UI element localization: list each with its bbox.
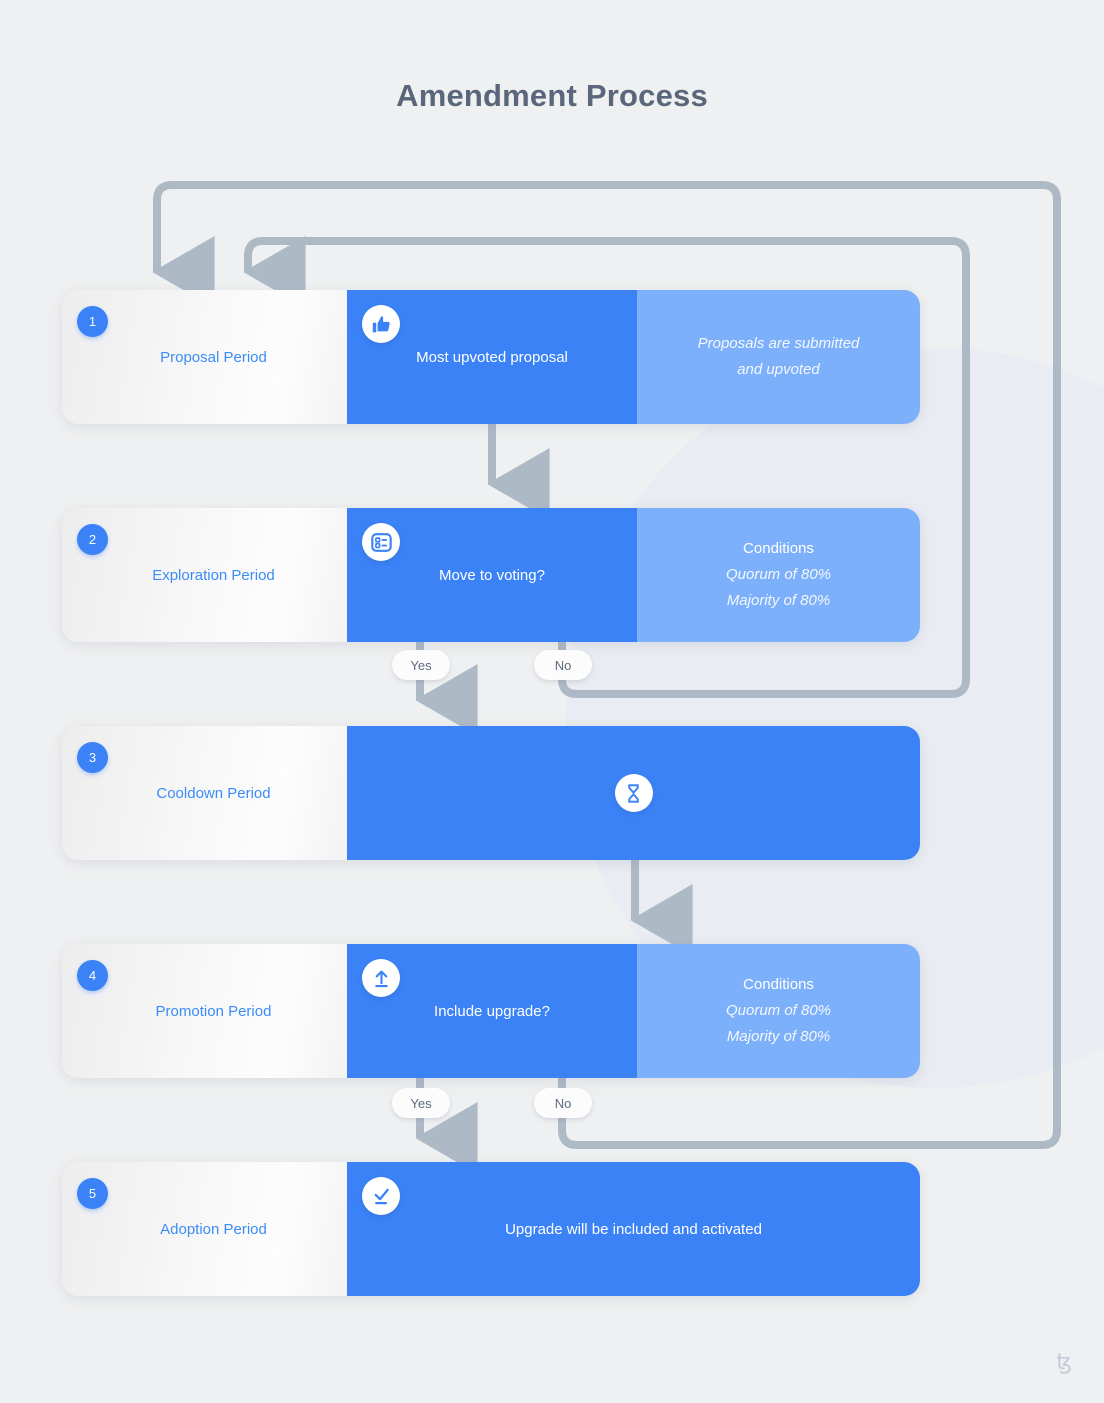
condition-majority-2: Majority of 80% xyxy=(726,592,831,610)
diagram-canvas: Amendment Process 1 Proposal Period Most… xyxy=(0,0,1104,1403)
step-main-cell-2: Move to voting? xyxy=(347,508,637,642)
step-main-cell-4: Include upgrade? xyxy=(347,944,637,1078)
step-label-cell-2: 2 Exploration Period xyxy=(62,508,347,642)
step-number-badge-1: 1 xyxy=(77,306,108,337)
hourglass-icon xyxy=(614,774,653,812)
step-main-text-4: Include upgrade? xyxy=(434,1002,550,1020)
thumbs-up-icon xyxy=(362,305,400,343)
conditions-title-4: Conditions xyxy=(743,975,814,993)
condition-quorum-2: Quorum of 80% xyxy=(725,565,832,583)
step-main-cell-1: Most upvoted proposal xyxy=(347,290,637,424)
step-label-cell-5: 5 Adoption Period xyxy=(62,1162,347,1296)
step-label-cell-1: 1 Proposal Period xyxy=(62,290,347,424)
step-label-5: Adoption Period xyxy=(160,1220,267,1238)
step-label-3: Cooldown Period xyxy=(156,784,271,802)
step-side-line-1b: and upvoted xyxy=(737,361,820,378)
decision-pill-yes-promotion[interactable]: Yes xyxy=(392,1088,450,1118)
upload-icon xyxy=(362,959,400,997)
step-label-cell-3: 3 Cooldown Period xyxy=(62,726,347,860)
step-row-proposal-period[interactable]: 1 Proposal Period Most upvoted proposal … xyxy=(62,290,920,424)
step-side-line-1a: Proposals are submitted xyxy=(697,334,860,352)
decision-pill-no-exploration[interactable]: No xyxy=(534,650,592,680)
ballot-icon xyxy=(362,523,400,561)
step-number-badge-3: 3 xyxy=(77,742,108,773)
step-label-cell-4: 4 Promotion Period xyxy=(62,944,347,1078)
check-circle-icon xyxy=(362,1177,400,1215)
decision-pill-no-promotion[interactable]: No xyxy=(534,1088,592,1118)
step-number-badge-4: 4 xyxy=(77,960,108,991)
step-side-cell-4: Conditions Quorum of 80% Majority of 80% xyxy=(637,944,920,1078)
step-main-text-2: Move to voting? xyxy=(439,566,545,584)
step-main-text-1: Most upvoted proposal xyxy=(416,348,568,366)
conditions-title-2: Conditions xyxy=(743,539,814,557)
step-number-badge-5: 5 xyxy=(77,1178,108,1209)
condition-majority-4: Majority of 80% xyxy=(726,1028,831,1046)
tezos-watermark: ꜩ xyxy=(1056,1349,1072,1374)
step-row-adoption-period[interactable]: 5 Adoption Period Upgrade will be includ… xyxy=(62,1162,920,1296)
step-main-cell-3 xyxy=(347,726,920,860)
step-row-promotion-period[interactable]: 4 Promotion Period Include upgrade? Cond… xyxy=(62,944,920,1078)
step-number-badge-2: 2 xyxy=(77,524,108,555)
step-row-exploration-period[interactable]: 2 Exploration Period Move to voting? Con… xyxy=(62,508,920,642)
step-row-cooldown-period[interactable]: 3 Cooldown Period xyxy=(62,726,920,860)
step-label-1: Proposal Period xyxy=(160,348,267,366)
step-side-cell-1: Proposals are submitted and upvoted xyxy=(637,290,920,424)
step-main-text-5: Upgrade will be included and activated xyxy=(505,1220,762,1238)
condition-quorum-4: Quorum of 80% xyxy=(725,1001,832,1019)
decision-pill-yes-exploration[interactable]: Yes xyxy=(392,650,450,680)
step-side-cell-2: Conditions Quorum of 80% Majority of 80% xyxy=(637,508,920,642)
page-title: Amendment Process xyxy=(396,78,708,113)
step-label-2: Exploration Period xyxy=(152,566,275,584)
step-label-4: Promotion Period xyxy=(155,1002,272,1020)
step-main-cell-5: Upgrade will be included and activated xyxy=(347,1162,920,1296)
